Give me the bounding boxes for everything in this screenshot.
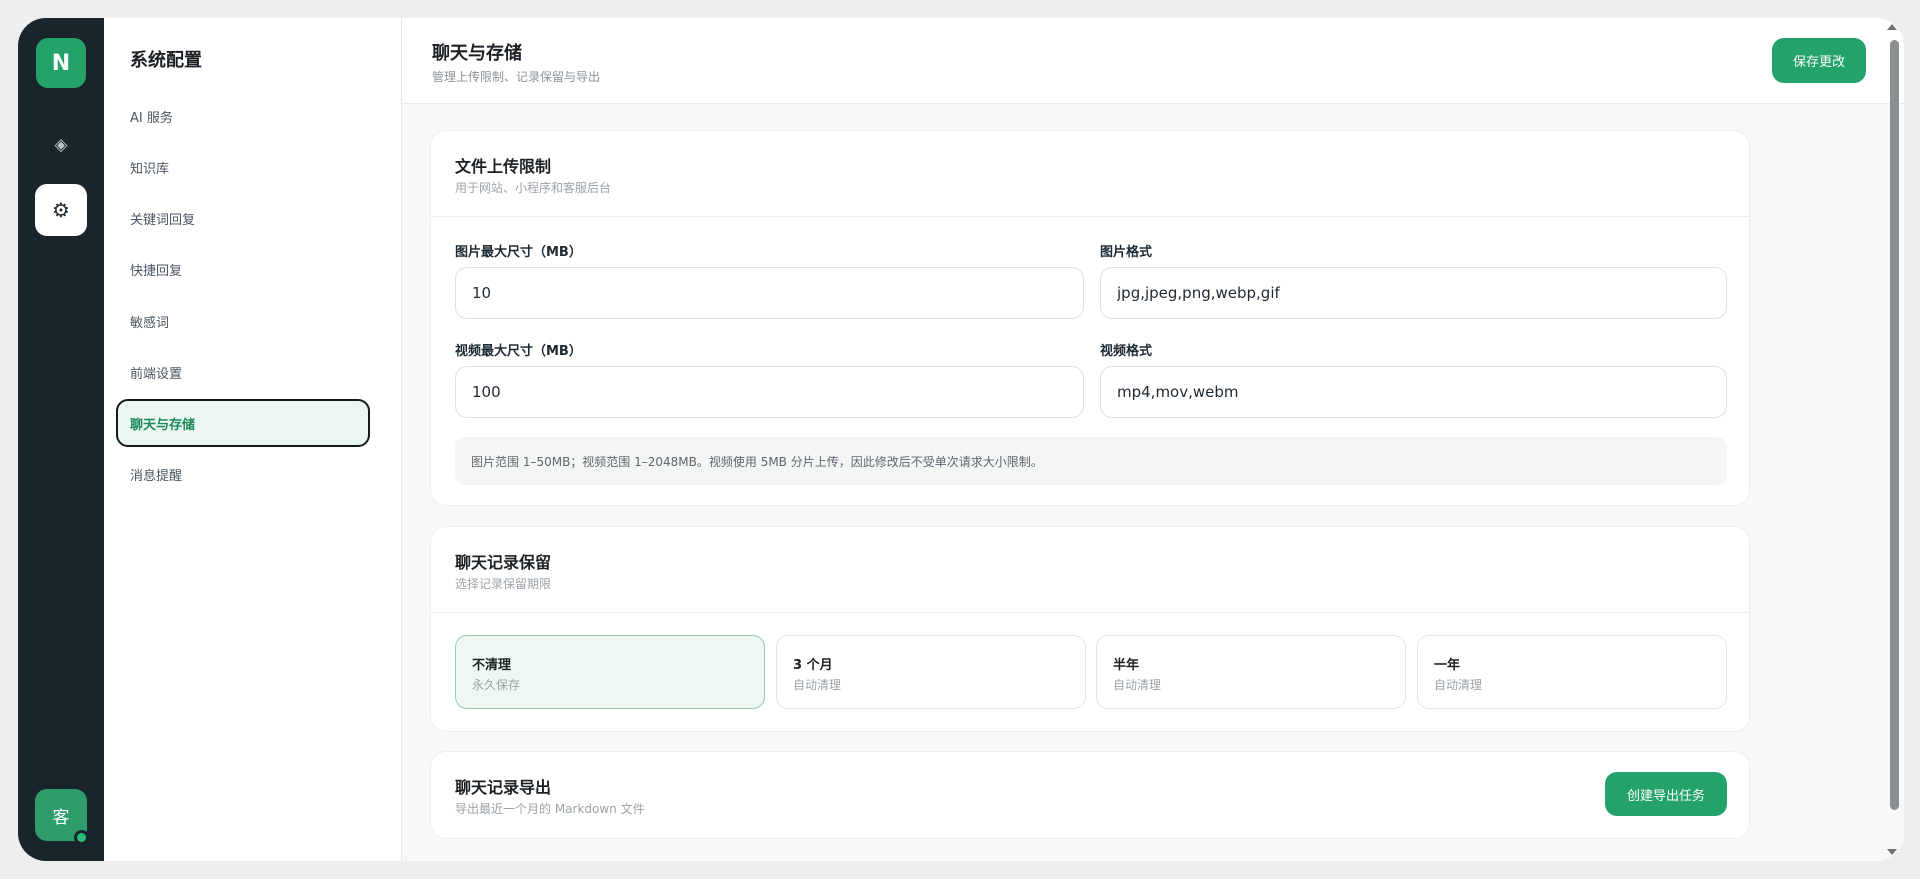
video-max-size-label: 视频最大尺寸（MB） [455, 344, 582, 359]
app-window: N ◈ ⚙ 客 系统配置 AI 服务 知识库 关键词回复 快捷回复 敏感词 前端… [18, 18, 1904, 861]
diamond-icon[interactable]: ◈ [35, 119, 87, 171]
main-scrollbar[interactable] [1882, 18, 1904, 861]
retention-option-half-year[interactable]: 半年 自动清理 [1096, 635, 1406, 709]
image-max-size-input[interactable] [455, 267, 1084, 319]
create-export-task-button[interactable]: 创建导出任务 [1605, 772, 1727, 816]
option-subtitle: 永久保存 [472, 678, 521, 692]
video-format-label: 视频格式 [1100, 344, 1153, 359]
retention-card-subtitle: 选择记录保留期限 [455, 577, 552, 591]
page-header: 聊天与存储 管理上传限制、记录保留与导出 保存更改 [402, 18, 1904, 104]
page-subtitle: 管理上传限制、记录保留与导出 [432, 70, 601, 84]
brand-logo[interactable]: N [36, 38, 86, 88]
settings-gear-icon[interactable]: ⚙ [35, 184, 87, 236]
upload-limits-note: 图片范围 1–50MB；视频范围 1–2048MB。视频使用 5MB 分片上传，… [455, 437, 1727, 485]
sidenav-title: 系统配置 [130, 50, 202, 71]
save-changes-button[interactable]: 保存更改 [1772, 38, 1866, 83]
sidebar-item-knowledge-base[interactable]: 知识库 [116, 143, 370, 191]
sidebar-item-sensitive-words[interactable]: 敏感词 [116, 297, 370, 345]
export-card-title: 聊天记录导出 [455, 778, 552, 797]
image-format-label: 图片格式 [1100, 245, 1153, 260]
retention-card: 聊天记录保留 选择记录保留期限 不清理 永久保存 3 个月 自动清理 半年 自动… [430, 526, 1750, 732]
sidebar-item-chat-storage[interactable]: 聊天与存储 [116, 399, 370, 447]
option-title: 半年 [1113, 658, 1140, 673]
option-subtitle: 自动清理 [793, 678, 842, 692]
image-max-size-label: 图片最大尺寸（MB） [455, 245, 582, 260]
upload-card-title: 文件上传限制 [455, 157, 552, 176]
option-subtitle: 自动清理 [1113, 678, 1162, 692]
page-title: 聊天与存储 [432, 43, 522, 64]
export-card: 聊天记录导出 导出最近一个月的 Markdown 文件 创建导出任务 [430, 751, 1750, 839]
option-title: 不清理 [472, 658, 512, 673]
sidebar-item-message-alerts[interactable]: 消息提醒 [116, 450, 370, 498]
scroll-thumb[interactable] [1890, 40, 1899, 810]
export-card-subtitle: 导出最近一个月的 Markdown 文件 [455, 802, 645, 816]
sidebar-item-ai-service[interactable]: AI 服务 [116, 92, 370, 140]
upload-limits-card: 文件上传限制 用于网站、小程序和客服后台 图片最大尺寸（MB） 图片格式 视频最… [430, 130, 1750, 506]
image-format-input[interactable] [1100, 267, 1727, 319]
retention-card-header: 聊天记录保留 选择记录保留期限 [431, 527, 1749, 613]
retention-option-never[interactable]: 不清理 永久保存 [455, 635, 765, 709]
online-status-dot [74, 830, 89, 845]
main-content: 聊天与存储 管理上传限制、记录保留与导出 保存更改 文件上传限制 用于网站、小程… [402, 18, 1904, 861]
video-format-input[interactable] [1100, 366, 1727, 418]
sidebar-item-frontend-settings[interactable]: 前端设置 [116, 348, 370, 396]
upload-card-subtitle: 用于网站、小程序和客服后台 [455, 181, 612, 195]
upload-card-header: 文件上传限制 用于网站、小程序和客服后台 [431, 131, 1749, 217]
video-max-size-input[interactable] [455, 366, 1084, 418]
option-title: 一年 [1434, 658, 1461, 673]
retention-option-one-year[interactable]: 一年 自动清理 [1417, 635, 1727, 709]
option-subtitle: 自动清理 [1434, 678, 1483, 692]
icon-rail: N ◈ ⚙ 客 [18, 18, 104, 861]
retention-option-3-months[interactable]: 3 个月 自动清理 [776, 635, 1086, 709]
option-title: 3 个月 [793, 658, 833, 673]
sidebar-item-quick-reply[interactable]: 快捷回复 [116, 245, 370, 293]
settings-sidenav: 系统配置 AI 服务 知识库 关键词回复 快捷回复 敏感词 前端设置 聊天与存储… [104, 18, 402, 861]
scroll-track[interactable] [1889, 36, 1899, 836]
scroll-up-arrow-icon[interactable] [1887, 24, 1897, 30]
retention-card-title: 聊天记录保留 [455, 553, 552, 572]
sidebar-item-keyword-reply[interactable]: 关键词回复 [116, 194, 370, 242]
scroll-down-arrow-icon[interactable] [1887, 849, 1897, 855]
